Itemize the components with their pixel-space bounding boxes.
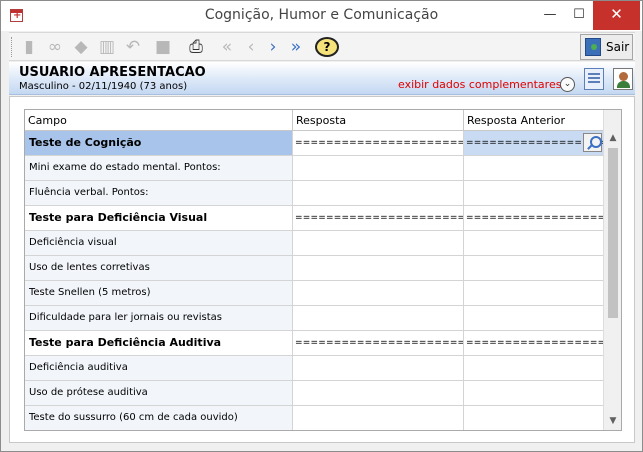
- section-row[interactable]: Teste para Deficiência Auditiva =========…: [25, 331, 603, 356]
- expand-chevron-icon[interactable]: ⌄: [560, 77, 575, 92]
- help-icon[interactable]: ?: [315, 37, 339, 57]
- patient-header: USUARIO APRESENTACAO Masculino - 02/11/1…: [9, 62, 635, 95]
- cell-resposta-anterior[interactable]: [464, 181, 603, 205]
- assessment-grid: Campo Resposta Resposta Anterior Teste d…: [24, 109, 622, 431]
- title-bar: Cognição, Humor e Comunicação — ☐ ✕: [1, 1, 642, 31]
- section-row[interactable]: Teste de Cognição ====================== =…: [25, 131, 603, 156]
- eraser-icon[interactable]: ◆: [70, 36, 92, 58]
- cell-resposta-anterior-text: ================================: [466, 338, 603, 348]
- cell-resposta-anterior[interactable]: [464, 356, 603, 380]
- cell-campo[interactable]: Deficiência visual: [25, 231, 293, 255]
- grid-panel: Campo Resposta Resposta Anterior Teste d…: [9, 96, 635, 443]
- scroll-up-icon[interactable]: ▲: [604, 130, 621, 146]
- cell-campo[interactable]: Dificuldade para ler jornais ou revistas: [25, 306, 293, 330]
- cell-resposta-anterior-text: ================================: [466, 213, 603, 223]
- grid-header: Campo Resposta Resposta Anterior: [25, 110, 603, 131]
- print-icon[interactable]: ⎙: [185, 36, 207, 58]
- cell-campo[interactable]: Mini exame do estado mental. Pontos:: [25, 156, 293, 180]
- cell-resposta[interactable]: [293, 231, 464, 255]
- table-row[interactable]: Teste do sussurro (60 cm de cada ouvido): [25, 406, 603, 430]
- cell-resposta-anterior[interactable]: [464, 256, 603, 280]
- cell-resposta[interactable]: [293, 281, 464, 305]
- cell-resposta[interactable]: [293, 381, 464, 405]
- column-header-resposta[interactable]: Resposta: [293, 110, 464, 131]
- cell-resposta-anterior[interactable]: [464, 156, 603, 180]
- cell-resposta-anterior[interactable]: ================================: [464, 331, 603, 355]
- exit-button-label: Sair: [606, 40, 630, 54]
- table-row[interactable]: Dificuldade para ler jornais ou revistas: [25, 306, 603, 331]
- maximize-button[interactable]: ☐: [565, 1, 593, 30]
- cell-campo[interactable]: Deficiência auditiva: [25, 356, 293, 380]
- cell-resposta[interactable]: [293, 356, 464, 380]
- exit-button[interactable]: Sair: [580, 34, 633, 60]
- table-row[interactable]: Uso de prótese auditiva: [25, 381, 603, 406]
- cell-resposta-anterior[interactable]: [464, 381, 603, 405]
- first-icon[interactable]: «: [216, 36, 238, 58]
- cell-campo[interactable]: Teste Snellen (5 metros): [25, 281, 293, 305]
- patient-card-icon[interactable]: [613, 68, 633, 90]
- cell-resposta[interactable]: ================================: [293, 331, 464, 355]
- patient-name: USUARIO APRESENTACAO: [19, 65, 206, 80]
- cell-campo[interactable]: Uso de prótese auditiva: [25, 381, 293, 405]
- last-icon[interactable]: »: [285, 36, 307, 58]
- cell-resposta[interactable]: [293, 256, 464, 280]
- cell-resposta-anterior[interactable]: [464, 406, 603, 430]
- cell-resposta-anterior[interactable]: ================================: [464, 131, 603, 155]
- new-icon[interactable]: ▮: [18, 36, 40, 58]
- record-list-icon[interactable]: [584, 68, 604, 90]
- table-row[interactable]: Uso de lentes corretivas: [25, 256, 603, 281]
- column-header-resposta-anterior[interactable]: Resposta Anterior: [464, 110, 603, 131]
- cell-resposta[interactable]: ================================: [293, 206, 464, 230]
- scrollbar-thumb[interactable]: [608, 148, 618, 318]
- table-row[interactable]: Mini exame do estado mental. Pontos:: [25, 156, 603, 181]
- table-row[interactable]: Deficiência auditiva: [25, 356, 603, 381]
- save-icon[interactable]: ■: [152, 36, 174, 58]
- cell-resposta[interactable]: [293, 156, 464, 180]
- cell-resposta-anterior[interactable]: [464, 306, 603, 330]
- previous-icon[interactable]: ‹: [240, 36, 262, 58]
- table-row[interactable]: Teste Snellen (5 metros): [25, 281, 603, 306]
- column-header-campo[interactable]: Campo: [25, 110, 293, 131]
- toolbar: ▮ ∞ ◆ ▥ ↶ ■ ⎙ « ‹ › » ? Sair: [9, 32, 635, 61]
- undo-icon[interactable]: ↶: [122, 36, 144, 58]
- vertical-scrollbar[interactable]: ▲ ▼: [603, 110, 621, 430]
- section-row[interactable]: Teste para Deficiência Visual ===========…: [25, 206, 603, 231]
- cell-resposta-anterior[interactable]: [464, 281, 603, 305]
- cell-campo[interactable]: Teste para Deficiência Visual: [25, 206, 293, 230]
- extra-data-link[interactable]: exibir dados complementares...: [398, 78, 572, 91]
- exit-door-icon: [585, 38, 601, 56]
- next-icon[interactable]: ›: [262, 36, 284, 58]
- table-row[interactable]: Deficiência visual: [25, 231, 603, 256]
- minimize-button[interactable]: —: [535, 1, 565, 30]
- cell-resposta[interactable]: [293, 406, 464, 430]
- cell-resposta[interactable]: ================================: [293, 131, 464, 155]
- app-window: Cognição, Humor e Comunicação — ☐ ✕ ▮ ∞ …: [0, 0, 643, 452]
- table-row[interactable]: Fluência verbal. Pontos:: [25, 181, 603, 206]
- cell-campo[interactable]: Teste do sussurro (60 cm de cada ouvido): [25, 406, 293, 430]
- cell-campo[interactable]: Fluência verbal. Pontos:: [25, 181, 293, 205]
- scroll-down-icon[interactable]: ▼: [604, 413, 621, 429]
- cell-resposta-anterior[interactable]: [464, 231, 603, 255]
- close-button[interactable]: ✕: [593, 1, 640, 30]
- toolbar-grip[interactable]: [11, 37, 14, 57]
- cell-resposta-anterior[interactable]: ================================: [464, 206, 603, 230]
- magnifier-icon[interactable]: [583, 133, 602, 152]
- cell-campo[interactable]: Uso de lentes corretivas: [25, 256, 293, 280]
- cell-campo[interactable]: Teste para Deficiência Auditiva: [25, 331, 293, 355]
- binoculars-icon[interactable]: ∞: [44, 36, 66, 58]
- cell-resposta[interactable]: [293, 181, 464, 205]
- cell-campo[interactable]: Teste de Cognição: [25, 131, 293, 155]
- cell-resposta[interactable]: [293, 306, 464, 330]
- patient-info: Masculino - 02/11/1940 (73 anos): [19, 81, 188, 92]
- trash-icon[interactable]: ▥: [96, 36, 118, 58]
